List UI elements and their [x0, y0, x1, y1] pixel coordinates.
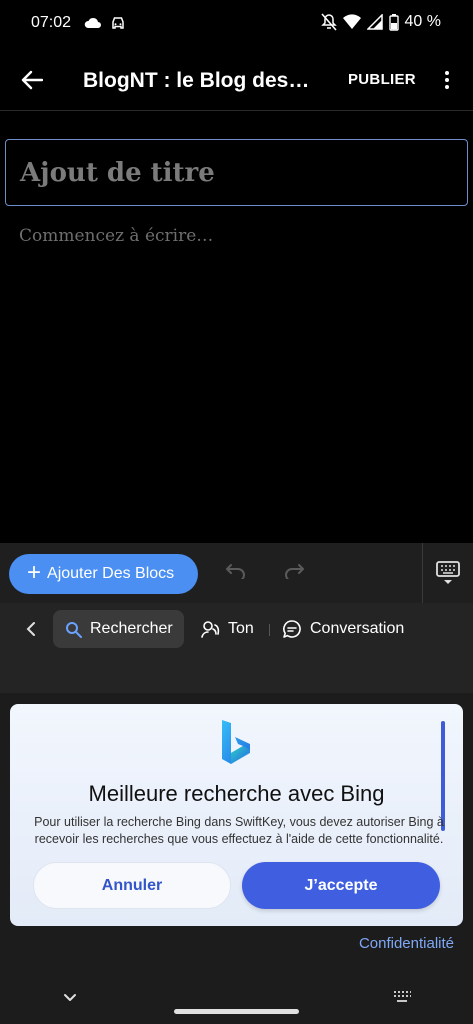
search-chip-label: Rechercher [90, 620, 173, 637]
battery-icon [388, 13, 399, 31]
bing-card-text: Pour utiliser la recherche Bing dans Swi… [34, 815, 444, 846]
plus-icon: + [27, 559, 42, 586]
redo-button[interactable] [283, 563, 305, 584]
tone-chip[interactable]: Ton [200, 610, 254, 648]
keyboard-hide-icon [436, 561, 460, 584]
redo-icon [285, 564, 304, 582]
arrow-back-icon [21, 70, 43, 90]
navigation-bar [0, 979, 473, 1024]
chevron-down-icon [64, 994, 76, 1001]
keyboard-toolbar: Rechercher Ton Conversation [0, 603, 473, 693]
privacy-link[interactable]: Confidentialité [359, 935, 454, 952]
keyboard-icon [394, 991, 411, 1002]
undo-button[interactable] [225, 563, 247, 584]
tone-chip-label: Ton [228, 620, 254, 637]
app-bar: BlogNT : le Blog des… PUBLIER [0, 48, 473, 111]
hide-keyboard-button[interactable] [435, 560, 461, 591]
bing-card-title: Meilleure recherche avec Bing [88, 781, 385, 806]
conversation-chip-label: Conversation [310, 620, 405, 637]
battery-percent: 40 % [404, 13, 441, 30]
home-gesture-handle[interactable] [174, 1009, 299, 1014]
toolbar-divider [422, 543, 423, 603]
post-body-input[interactable]: Commencez à écrire… [19, 226, 213, 246]
keyboard-switch-button[interactable] [391, 990, 413, 1009]
bing-consent-card: Meilleure recherche avec Bing Pour utili… [10, 704, 463, 926]
publish-button[interactable]: PUBLIER [348, 71, 416, 88]
editor-toolbar: + Ajouter Des Blocs [0, 543, 473, 603]
car-icon [112, 17, 124, 29]
status-bar: 07:02 40 % [0, 0, 473, 48]
chevron-left-icon [26, 622, 35, 636]
more-options-button[interactable] [437, 68, 457, 92]
undo-icon [226, 564, 245, 582]
bing-logo-icon [222, 720, 250, 764]
keyboard-back-button[interactable] [24, 621, 38, 642]
tone-icon [201, 621, 220, 638]
cloud-icon [84, 17, 101, 28]
wifi-icon [342, 14, 361, 29]
back-button[interactable] [18, 66, 46, 94]
chip-separator [269, 624, 270, 636]
notifications-off-icon [320, 13, 337, 31]
add-blocks-button[interactable]: + Ajouter Des Blocs [9, 554, 198, 594]
accept-button[interactable]: J’accepte [242, 862, 440, 909]
post-title-input[interactable]: Ajout de titre [5, 139, 468, 206]
cancel-button[interactable]: Annuler [33, 862, 231, 909]
add-blocks-label: Ajouter Des Blocs [47, 565, 175, 582]
more-vert-icon [445, 71, 449, 75]
chat-bubble-icon [283, 620, 301, 638]
status-time: 07:02 [31, 14, 72, 31]
search-icon [66, 621, 82, 638]
hide-keyboard-nav-button[interactable] [63, 991, 77, 1009]
keyboard-panel: Meilleure recherche avec Bing Pour utili… [0, 693, 473, 1024]
conversation-chip[interactable]: Conversation [282, 610, 404, 648]
page-title: BlogNT : le Blog des… [83, 69, 310, 92]
signal-icon [366, 14, 383, 30]
search-chip[interactable]: Rechercher [53, 610, 184, 648]
